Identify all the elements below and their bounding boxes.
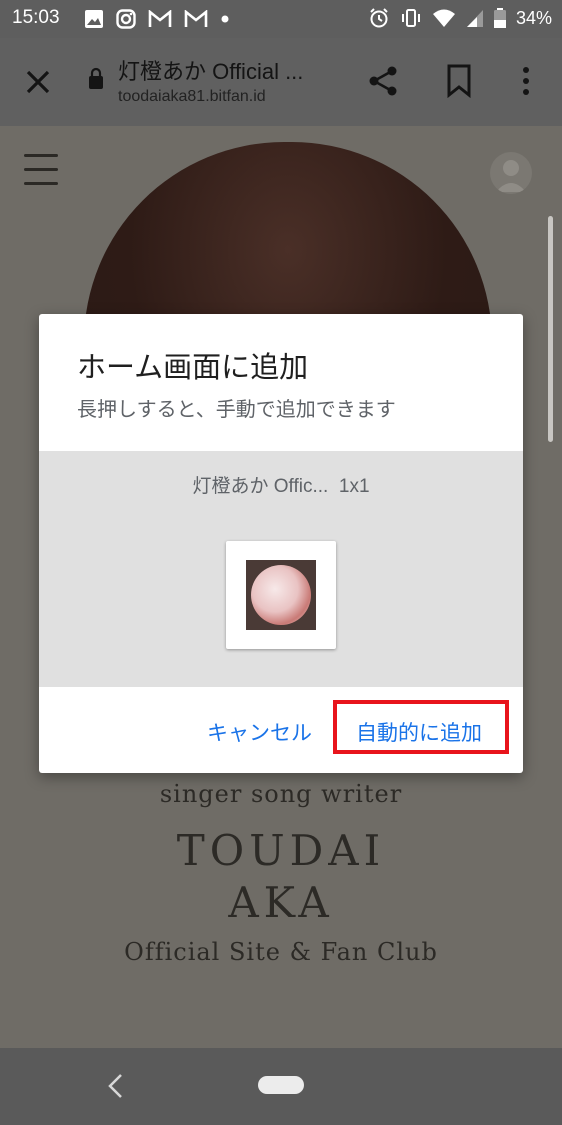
dot-icon: [221, 15, 229, 23]
dialog-title: ホーム画面に追加: [77, 350, 309, 384]
user-icon: [496, 160, 526, 192]
image-icon: [85, 10, 103, 28]
back-icon[interactable]: [104, 1072, 128, 1100]
preview-label: 灯橙あか Offic... 1x1: [39, 471, 523, 498]
menu-icon[interactable]: [24, 154, 58, 188]
gmail-icon: [184, 10, 208, 27]
site-brand-line2: AKA: [228, 878, 334, 927]
gmail-icon: [148, 10, 172, 27]
shortcut-icon-image: [251, 565, 311, 625]
home-pill[interactable]: [258, 1076, 304, 1094]
status-time: 15:03: [12, 7, 60, 28]
more-vert-icon[interactable]: [514, 64, 538, 98]
page-title[interactable]: 灯橙あか Official ...: [118, 54, 303, 86]
scrollbar[interactable]: [548, 216, 553, 442]
navigation-bar: [0, 1048, 562, 1125]
dialog-subtitle: 長押しすると、手動で追加できます: [77, 397, 396, 421]
preview-app-name: 灯橙あか Offic...: [192, 476, 329, 497]
add-automatically-button[interactable]: 自動的に追加: [356, 717, 482, 747]
bookmark-icon[interactable]: [446, 64, 472, 98]
add-to-home-dialog: ホーム画面に追加 長押しすると、手動で追加できます 灯橙あか Offic... …: [39, 314, 523, 773]
share-icon[interactable]: [366, 64, 400, 98]
site-brand-line1: TOUDAI: [176, 826, 386, 875]
shortcut-icon: [246, 560, 316, 630]
site-subtitle: Official Site & Fan Club: [124, 938, 438, 966]
system-icons: 34%: [368, 7, 552, 29]
page-url[interactable]: toodaiaka81.bitfan.id: [118, 88, 266, 106]
lock-icon: [89, 67, 103, 89]
signal-icon: [466, 10, 483, 27]
preview-size: 1x1: [338, 476, 370, 497]
cancel-button[interactable]: キャンセル: [207, 717, 312, 747]
browser-toolbar: 灯橙あか Official ... toodaiaka81.bitfan.id: [0, 38, 562, 126]
status-bar: 15:03 34%: [0, 0, 562, 38]
shortcut-tile[interactable]: [226, 541, 336, 649]
vibrate-icon: [401, 9, 420, 27]
alarm-icon: [370, 8, 388, 28]
widget-preview: 灯橙あか Offic... 1x1: [39, 451, 523, 687]
wifi-icon: [432, 9, 455, 27]
avatar[interactable]: [490, 152, 532, 194]
instagram-icon: [116, 9, 136, 29]
battery-icon: [493, 8, 506, 28]
close-icon[interactable]: [20, 64, 56, 100]
battery-level: 34%: [515, 7, 552, 28]
notification-icons: [84, 9, 230, 29]
site-tagline: singer song writer: [159, 780, 403, 808]
